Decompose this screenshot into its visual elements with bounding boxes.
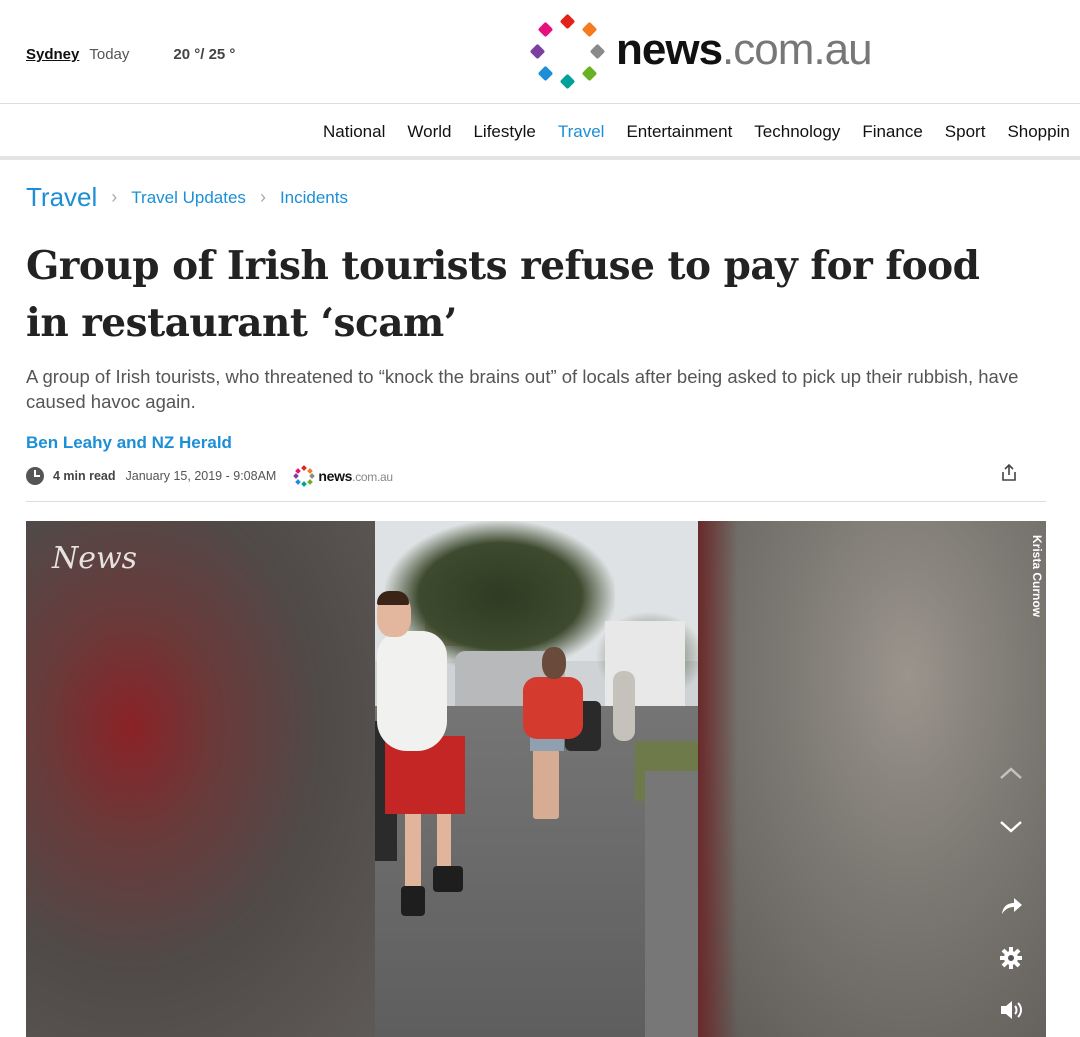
video-blur-left [26, 521, 375, 1037]
breadcrumb-incidents[interactable]: Incidents [280, 188, 348, 208]
main-nav: National World Lifestyle Travel Entertai… [0, 104, 1080, 160]
logo-dots-icon [293, 464, 316, 487]
chevron-up-icon[interactable] [998, 761, 1024, 787]
read-time: 4 min read [53, 468, 116, 483]
video-frame [375, 521, 698, 1037]
clock-icon [26, 466, 44, 485]
weather-city[interactable]: Sydney [26, 46, 79, 63]
nav-item-entertainment[interactable]: Entertainment [626, 122, 732, 142]
weather-temp: 20 °/ 25 ° [173, 46, 236, 63]
publish-date: January 15, 2019 - 9:08AM [125, 468, 277, 483]
source-logo: news.com.au [293, 464, 393, 487]
chevron-down-icon[interactable] [998, 813, 1024, 839]
article-byline[interactable]: Ben Leahy and NZ Herald [26, 433, 232, 453]
share-icon[interactable] [1000, 464, 1018, 482]
logo-dots-icon [529, 13, 606, 90]
weather-day: Today [89, 46, 130, 63]
breadcrumb-travel[interactable]: Travel [26, 182, 97, 213]
weather-widget[interactable]: Sydney Today 20 °/ 25 ° [26, 46, 235, 63]
site-logo[interactable]: news.com.au [529, 13, 873, 90]
nav-item-finance[interactable]: Finance [862, 122, 922, 142]
article-meta: 4 min read January 15, 2019 - 9:08AM new… [26, 464, 1046, 502]
breadcrumb: Travel › Travel Updates › Incidents [26, 182, 348, 213]
site-header: Sydney Today 20 °/ 25 ° news.com.au [0, 0, 1080, 104]
video-credit: Krista Curnow [1030, 535, 1044, 618]
video-player[interactable]: News Krista Curnow [26, 521, 1046, 1037]
nav-item-travel[interactable]: Travel [558, 122, 605, 142]
chevron-right-icon: › [259, 187, 266, 207]
breadcrumb-travel-updates[interactable]: Travel Updates [131, 188, 246, 208]
video-watermark: News [52, 541, 138, 576]
volume-icon[interactable] [998, 997, 1024, 1023]
nav-item-national[interactable]: National [323, 122, 385, 142]
nav-item-lifestyle[interactable]: Lifestyle [473, 122, 535, 142]
nav-item-technology[interactable]: Technology [754, 122, 840, 142]
video-blur-right [698, 521, 1046, 1037]
share-icon[interactable] [998, 893, 1024, 919]
nav-item-sport[interactable]: Sport [945, 122, 986, 142]
article-standfirst: A group of Irish tourists, who threatene… [26, 366, 1019, 412]
nav-item-shopping[interactable]: Shoppin [1007, 122, 1069, 142]
article-title: Group of Irish tourists refuse to pay fo… [26, 243, 980, 346]
chevron-right-icon: › [111, 187, 118, 207]
nav-item-world[interactable]: World [407, 122, 451, 142]
logo-wordmark: news.com.au [616, 25, 873, 74]
gear-icon[interactable] [998, 945, 1024, 971]
